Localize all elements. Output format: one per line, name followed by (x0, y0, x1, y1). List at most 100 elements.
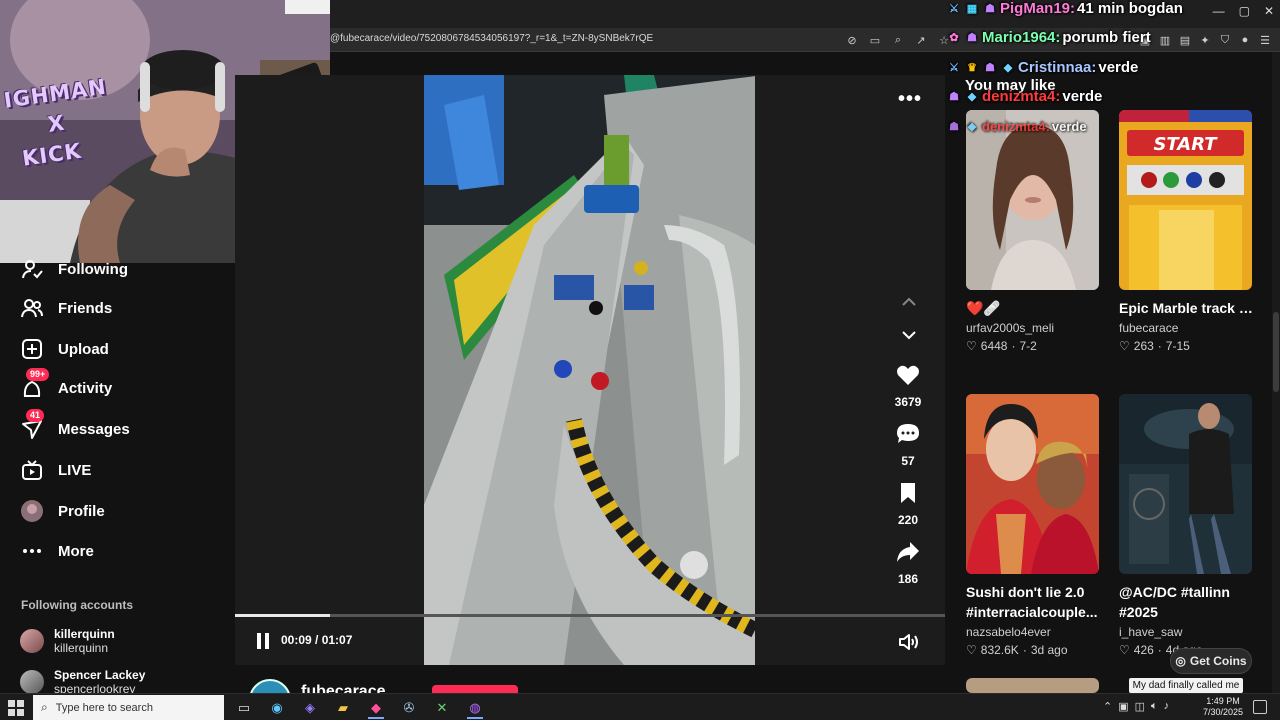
steam-icon[interactable]: ✇ (397, 696, 421, 719)
account-name: killerquinn (54, 627, 115, 641)
author-name[interactable]: fubecarace (301, 683, 386, 693)
recommended-card[interactable]: START Epic Marble track #MarbleRace... f… (1119, 110, 1257, 353)
search-icon: ⌕ (41, 700, 48, 714)
taskbar-search-input[interactable]: ⌕ Type here to search (33, 695, 224, 720)
scrollbar-thumb[interactable] (1273, 312, 1279, 392)
colorful-app-icon[interactable]: ◈ (298, 696, 322, 719)
card-thumbnail[interactable] (966, 394, 1099, 574)
task-view-icon[interactable]: ▭ (232, 696, 256, 719)
taskbar-apps: ▭ ◉ ◈ ▰ ◆ ✇ ✕ ◍ (232, 696, 487, 719)
card-username[interactable]: fubecarace (1119, 321, 1254, 335)
volume-icon[interactable] (898, 632, 920, 652)
chevron-up-icon[interactable]: ⌃ (1103, 700, 1112, 713)
sidebar-item-following[interactable]: Following (20, 256, 128, 282)
system-tray: ⌃ ▣ ◫ 🔈︎ ♪ (1103, 700, 1169, 713)
file-explorer-icon[interactable]: ▰ (331, 696, 355, 719)
meta-separator: · (1157, 339, 1162, 353)
speaker-icon[interactable]: 🔈︎ (1151, 700, 1158, 713)
card-title[interactable]: ❤️🩹 (966, 298, 1104, 318)
video-progress-bar[interactable] (235, 614, 945, 617)
card-likes: 832.6K (980, 643, 1019, 657)
profile-icon[interactable]: ● (1238, 33, 1252, 47)
comment-action[interactable]: 57 (888, 423, 928, 468)
minimize-button[interactable]: — (1213, 4, 1225, 18)
heart-outline-icon: ♡ (966, 643, 977, 657)
tray-app-icon[interactable]: ▣ (1118, 700, 1128, 713)
notification-icon[interactable] (1253, 700, 1267, 714)
meta-separator: · (1022, 643, 1027, 657)
zoom-icon[interactable]: ⌕ (889, 31, 907, 49)
taskbar-clock[interactable]: 1:49 PM 7/30/2025 (1200, 696, 1246, 718)
card-thumbnail[interactable]: START (1119, 110, 1252, 290)
puzzle-icon[interactable]: ✦ (1198, 33, 1212, 47)
extension-icon[interactable]: ▣ (1138, 33, 1152, 47)
share-arrow-icon[interactable] (896, 541, 920, 563)
recommended-card-partial[interactable] (966, 678, 1101, 693)
card-meta: ♡ 6448 · 7-2 (966, 339, 1101, 353)
heart-icon[interactable] (896, 364, 920, 386)
pause-icon[interactable] (255, 632, 271, 650)
windows-start-icon[interactable] (8, 700, 24, 716)
card-username[interactable]: urfav2000s_meli (966, 321, 1101, 335)
sidebar-item-live[interactable]: LIVE (20, 457, 91, 483)
copilot-icon[interactable]: ◉ (265, 696, 289, 719)
comment-icon[interactable] (896, 423, 920, 445)
author-avatar[interactable] (249, 679, 291, 693)
sidebar-item-profile[interactable]: Profile (20, 498, 105, 524)
address-bar-actions: ⊘ ▭ ⌕ ↗ ☆ (843, 31, 953, 49)
heart-outline-icon: ♡ (1119, 339, 1130, 353)
video-more-options-icon[interactable]: ••• (898, 88, 922, 111)
share-icon[interactable]: ↗ (912, 31, 930, 49)
maximize-button[interactable]: ▢ (1239, 4, 1250, 18)
next-video-button[interactable] (898, 325, 920, 347)
like-action[interactable]: 3679 (888, 364, 928, 409)
card-title[interactable]: Sushi don't lie 2.0 #interracialcouple..… (966, 582, 1104, 622)
card-image-marble-track: START (1119, 110, 1252, 290)
following-account-item[interactable]: killerquinn killerquinn (20, 627, 115, 655)
shield-icon[interactable]: ⛉ (1218, 33, 1232, 47)
sidebar-item-friends[interactable]: Friends (20, 295, 112, 321)
card-title[interactable]: Epic Marble track #MarbleRace... (1119, 298, 1257, 318)
card-username[interactable]: nazsabelo4ever (966, 625, 1101, 639)
card-thumbnail[interactable] (966, 110, 1099, 290)
recommended-card[interactable]: ❤️🩹 urfav2000s_meli ♡ 6448 · 7-2 (966, 110, 1101, 353)
page-scrollbar[interactable] (1272, 52, 1280, 693)
bookmark-star-icon[interactable]: ☆ (935, 31, 953, 49)
network-icon[interactable]: ◫ (1135, 700, 1145, 713)
recommended-card[interactable]: @AC/DC #tallinn #2025 i_have_saw ♡ 426 ·… (1119, 394, 1254, 657)
sidebar-item-label: Upload (58, 340, 109, 358)
card-thumbnail[interactable] (966, 678, 1099, 693)
sidebar-item-upload[interactable]: Upload (20, 336, 109, 362)
sidebar-item-more[interactable]: More (20, 538, 94, 564)
url-text[interactable]: @fubecarace/video/7520806784534056197?_r… (330, 33, 653, 44)
card-thumbnail[interactable] (1119, 394, 1252, 574)
sidebar-toggle-icon[interactable]: ▥ (1158, 33, 1172, 47)
save-action[interactable]: 220 (888, 482, 928, 527)
xbox-icon[interactable]: ✕ (430, 696, 454, 719)
menu-icon[interactable]: ☰ (1258, 33, 1272, 47)
volume-tray-icon[interactable]: ♪ (1164, 700, 1170, 713)
bookmark-icon[interactable] (898, 482, 918, 504)
follow-button[interactable] (432, 685, 518, 693)
collections-icon[interactable]: ▤ (1178, 33, 1192, 47)
upload-icon (20, 337, 44, 361)
sidebar-item-activity[interactable]: 99+ Activity (20, 368, 112, 401)
share-action[interactable]: 186 (888, 541, 928, 586)
picture-in-picture-icon[interactable]: ▭ (866, 31, 884, 49)
card-username[interactable]: i_have_saw (1119, 625, 1254, 639)
following-account-item[interactable]: Spencer Lackey spencerlookrey (20, 668, 145, 696)
get-coins-button[interactable]: ◎ Get Coins (1170, 648, 1252, 674)
browser-app-icon[interactable]: ◆ (364, 696, 388, 719)
card-likes: 263 (1133, 339, 1154, 353)
card-title[interactable]: @AC/DC #tallinn #2025 (1119, 582, 1257, 622)
video-frame[interactable] (424, 75, 755, 665)
sidebar-item-messages[interactable]: 41 Messages (20, 409, 130, 442)
sidebar-item-label: LIVE (58, 461, 92, 479)
recommended-card[interactable]: Sushi don't lie 2.0 #interracialcouple..… (966, 394, 1101, 657)
clock-date: 7/30/2025 (1202, 707, 1244, 717)
previous-video-button[interactable] (898, 290, 920, 312)
streaming-app-icon[interactable]: ◍ (463, 696, 487, 719)
video-time: 00:09 / 01:07 (281, 633, 353, 647)
close-button[interactable]: ✕ (1264, 4, 1274, 18)
no-tracking-icon[interactable]: ⊘ (843, 31, 861, 49)
